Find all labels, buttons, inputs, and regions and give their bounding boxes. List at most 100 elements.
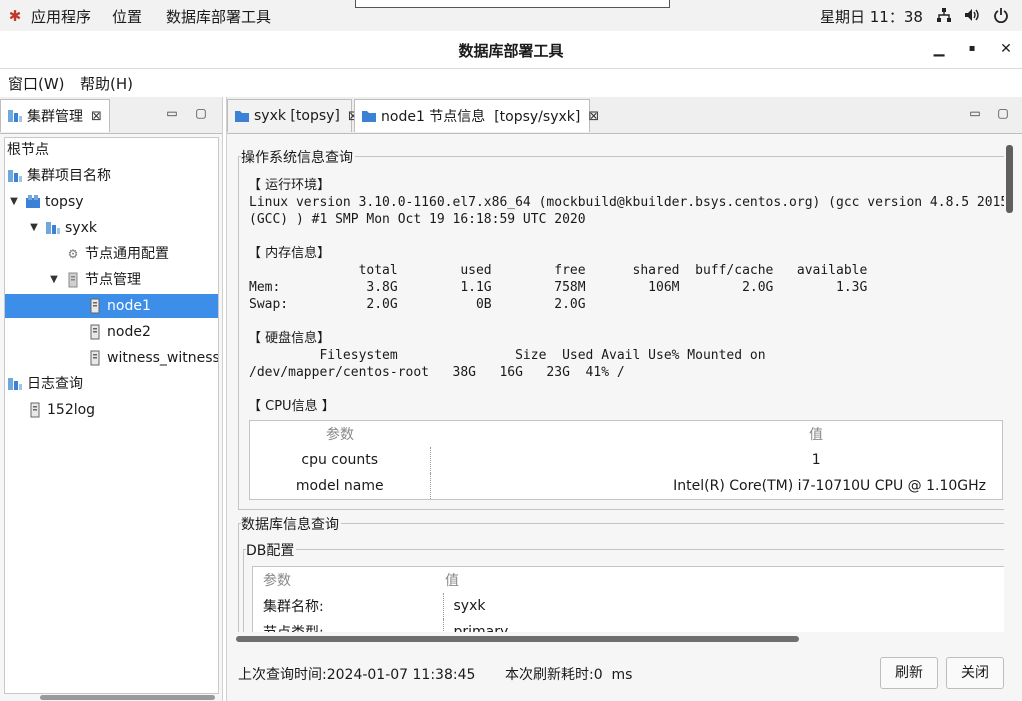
cluster-icon <box>45 220 61 236</box>
cpu-value-cell: Intel(R) Core(TM) i7-10710U CPU @ 1.10GH… <box>673 478 986 494</box>
panel-maximize-button[interactable]: ▢ <box>193 105 209 121</box>
menu-help[interactable]: 帮助(H) <box>80 73 133 94</box>
volume-icon[interactable] <box>963 7 981 25</box>
db-config-table: 参数 值 集群名称: syxk 节点类型: primary <box>252 566 1004 632</box>
refresh-button[interactable]: 刷新 <box>880 657 938 689</box>
tree-witness[interactable]: witness_witness <box>87 346 219 370</box>
table-header-row: 参数 值 <box>250 421 1003 448</box>
disk-row: /dev/mapper/centos-root 38G 16G 23G 41% … <box>249 365 625 380</box>
tree-cluster-project[interactable]: 集群项目名称 <box>7 164 111 188</box>
panel-minimize-button[interactable]: ▭ <box>967 105 983 121</box>
db-value-cell: primary <box>453 624 509 632</box>
os-info-group-title: 操作系统信息查询 <box>241 147 355 167</box>
gear-icon: ⚙ <box>67 247 79 261</box>
db-info-group-title: 数据库信息查询 <box>241 514 341 534</box>
tree-witness-label: witness_witness <box>107 350 219 366</box>
content-horizontal-scrollbar[interactable] <box>236 636 799 642</box>
tree-node1[interactable]: node1 <box>5 294 218 318</box>
tree-topsy[interactable]: ▼ topsy <box>7 190 84 214</box>
cluster-group-icon <box>25 194 41 210</box>
tree-log-query[interactable]: 日志查询 <box>7 372 83 396</box>
db-value-cell: syxk <box>453 598 486 614</box>
content-vertical-scrollbar[interactable] <box>1006 145 1013 213</box>
clock[interactable]: 星期日 11：38 <box>820 6 923 27</box>
detail-panel-tabs: syxk [topsy] ⊠ node1 节点信息 [topsy/syxk] ⊠… <box>227 97 1022 134</box>
close-button[interactable]: 关闭 <box>946 657 1004 689</box>
system-top-bar: ✱ 应用程序 位置 数据库部署工具 星期日 11：38 <box>0 0 1022 32</box>
tree-cluster-project-label: 集群项目名称 <box>27 168 111 184</box>
cpu-param-cell: cpu counts <box>249 447 431 473</box>
tree-node1-label: node1 <box>107 298 151 314</box>
maximize-button[interactable]: ▪ <box>962 39 982 59</box>
tree-syxk-label: syxk <box>65 220 97 236</box>
env-line-1: Linux version 3.10.0-1160.el7.x86_64 (mo… <box>249 195 1004 210</box>
power-icon[interactable] <box>992 7 1010 25</box>
menu-window[interactable]: 窗口(W) <box>8 73 65 94</box>
folder-icon <box>234 108 250 124</box>
cpu-param-cell: model name <box>249 473 431 500</box>
env-header: 【 运行环境】 <box>248 178 331 193</box>
close-tab-icon[interactable]: ⊠ <box>588 109 599 124</box>
cpu-header: 【 CPU信息 】 <box>248 399 335 414</box>
panel-maximize-button[interactable]: ▢ <box>995 105 1011 121</box>
tab-node1-info[interactable]: node1 节点信息 [topsy/syxk] ⊠ <box>354 99 599 132</box>
tree-node-config-label: 节点通用配置 <box>85 246 169 262</box>
window-title-bar: 数据库部署工具 ▁ ▪ ✕ <box>0 31 1022 69</box>
close-tab-icon[interactable]: ⊠ <box>91 109 102 124</box>
tab-cluster-management[interactable]: 集群管理 ⊠ <box>0 99 110 132</box>
tab-cluster-management-label: 集群管理 <box>27 109 83 125</box>
cpu-col-value: 值 <box>809 427 823 443</box>
tab-syxk[interactable]: syxk [topsy] ⊠ <box>227 99 359 132</box>
disk-columns: Filesystem Size Used Avail Use% Mounted … <box>249 348 766 363</box>
expand-arrow-icon[interactable]: ▼ <box>47 268 61 292</box>
tree-topsy-label: topsy <box>45 194 84 210</box>
table-row[interactable]: cpu counts 1 <box>249 447 1003 473</box>
tree-node-mgmt-label: 节点管理 <box>85 272 141 288</box>
applications-menu[interactable]: 应用程序 <box>31 6 91 27</box>
refresh-duration: 本次刷新耗时:0 ms <box>505 667 633 683</box>
cluster-icon <box>7 108 23 124</box>
memory-header: 【 内存信息】 <box>248 246 331 261</box>
swap-row: Swap: 2.0G 0B 2.0G <box>249 297 586 312</box>
apps-menu-icon[interactable]: ✱ <box>6 7 24 25</box>
memory-row: Mem: 3.8G 1.1G 758M 106M 2.0G 1.3G <box>249 280 868 295</box>
node-info-content: 操作系统信息查询 【 运行环境】 Linux version 3.10.0-11… <box>238 142 1004 632</box>
tree-node2-label: node2 <box>107 324 151 340</box>
tree-log-query-label: 日志查询 <box>27 376 83 392</box>
server-icon <box>65 272 81 288</box>
active-app-menu[interactable]: 数据库部署工具 <box>166 6 271 27</box>
env-line-2: (GCC) ) #1 SMP Mon Oct 19 16:18:59 UTC 2… <box>249 212 586 227</box>
folder-icon <box>361 108 377 124</box>
last-query-time: 上次查询时间:2024-01-07 11:38:45 <box>238 667 476 683</box>
table-row[interactable]: 节点类型: primary <box>252 619 1005 632</box>
tab-node1-info-label: node1 节点信息 [topsy/syxk] <box>381 109 581 125</box>
cluster-tree: 根节点 集群项目名称 ▼ topsy ▼ syxk ⚙ 节点通用配置 ▼ 节点管… <box>4 137 219 694</box>
memory-columns: total used free shared buff/cache availa… <box>249 263 868 278</box>
table-row[interactable]: 集群名称: syxk <box>252 593 1005 619</box>
expand-arrow-icon[interactable]: ▼ <box>7 190 21 214</box>
expand-arrow-icon[interactable]: ▼ <box>27 216 41 240</box>
menu-bar: 窗口(W) 帮助(H) <box>0 69 1022 96</box>
tree-node-config[interactable]: ⚙ 节点通用配置 <box>65 242 169 266</box>
cluster-icon <box>7 168 23 184</box>
panel-minimize-button[interactable]: ▭ <box>164 105 180 121</box>
tab-syxk-label: syxk [topsy] <box>254 108 340 124</box>
tree-horizontal-scrollbar[interactable] <box>40 695 215 700</box>
cpu-col-param: 参数 <box>326 427 354 443</box>
tree-node2[interactable]: node2 <box>87 320 151 344</box>
minimize-button[interactable]: ▁ <box>929 39 949 59</box>
tree-syxk[interactable]: ▼ syxk <box>27 216 97 240</box>
db-param-cell: 节点类型: <box>252 619 444 632</box>
places-menu[interactable]: 位置 <box>112 6 142 27</box>
cpu-table: 参数 值 cpu counts 1 model name Intel(R) Co… <box>249 420 1003 500</box>
server-icon <box>27 402 43 418</box>
close-window-button[interactable]: ✕ <box>996 39 1016 59</box>
tree-root[interactable]: 根节点 <box>7 138 49 162</box>
table-row[interactable]: model name Intel(R) Core(TM) i7-10710U C… <box>249 473 1003 500</box>
network-icon[interactable] <box>935 7 953 25</box>
db-config-group-title: DB配置 <box>246 540 297 560</box>
tree-node-mgmt[interactable]: ▼ 节点管理 <box>47 268 141 292</box>
window-switcher-bar[interactable] <box>355 0 670 8</box>
tree-152log[interactable]: 152log <box>27 398 95 422</box>
cluster-panel-tabs: 集群管理 ⊠ ▭ ▢ <box>0 97 222 134</box>
